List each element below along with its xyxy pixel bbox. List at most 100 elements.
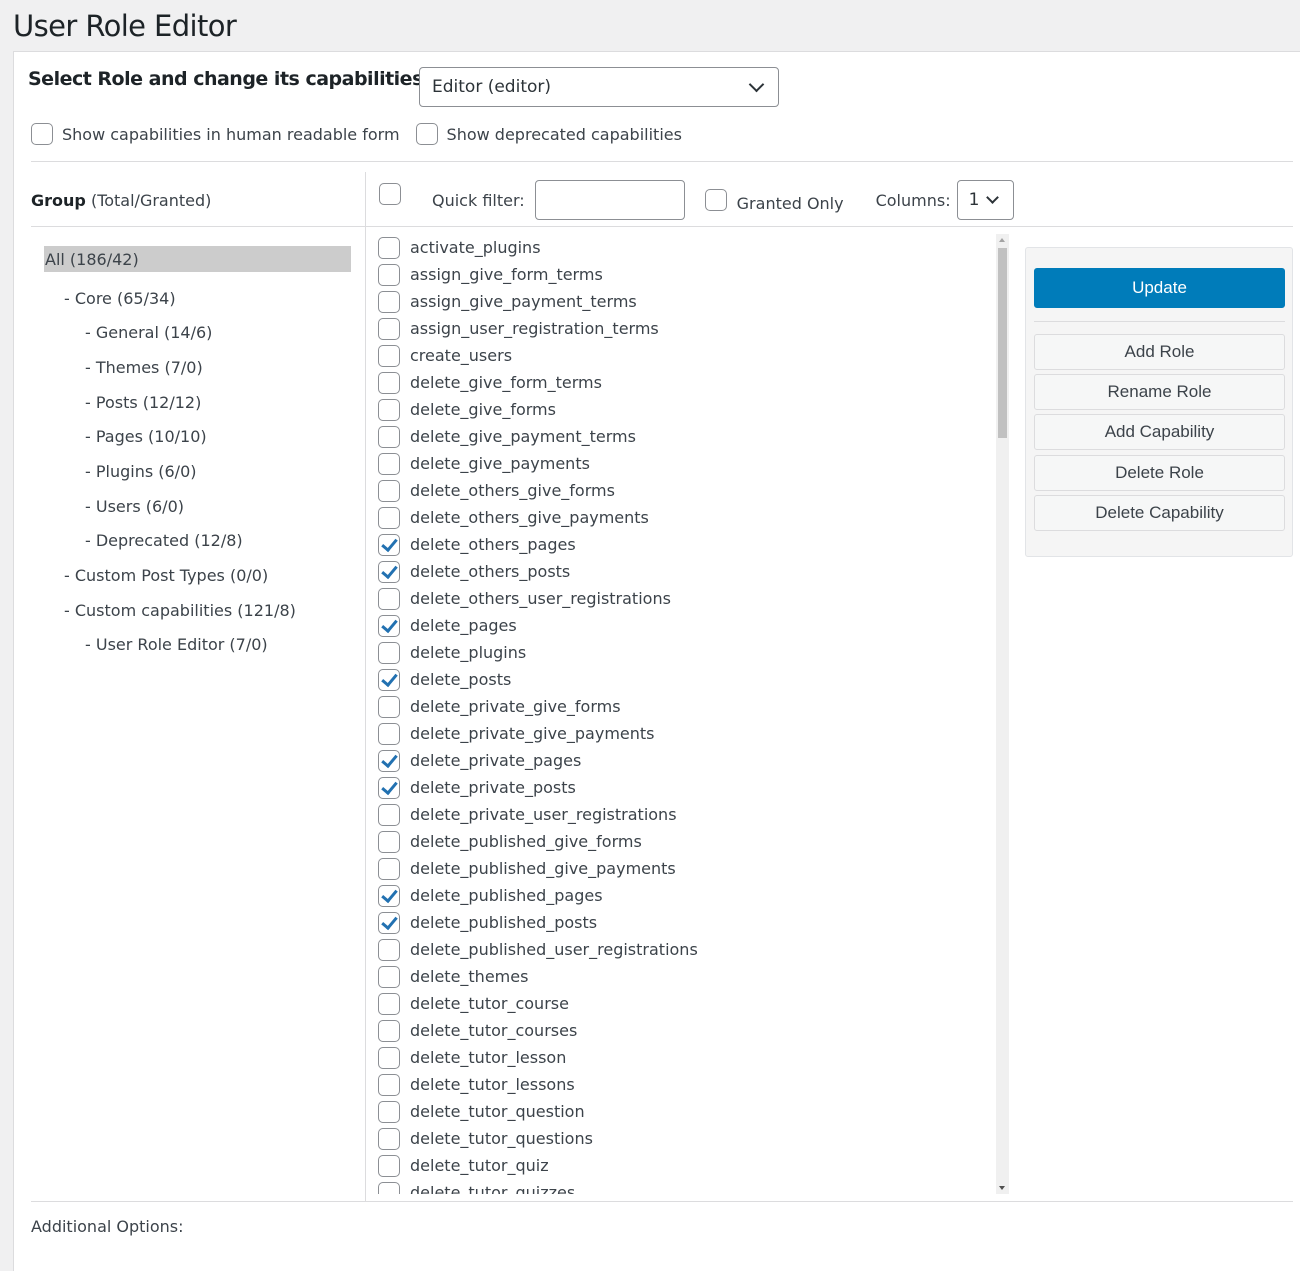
capability-row[interactable]: delete_private_give_payments — [378, 720, 1010, 747]
group-tree-item[interactable]: All (186/42) — [44, 246, 351, 272]
capability-row[interactable]: delete_give_payments — [378, 450, 1010, 477]
group-tree-item[interactable]: - Posts (12/12) — [44, 385, 351, 420]
capability-checkbox[interactable] — [378, 1127, 400, 1150]
group-tree-item[interactable]: - Custom capabilities (121/8) — [44, 593, 351, 628]
capability-checkbox[interactable] — [378, 992, 400, 1015]
capability-checkbox[interactable] — [378, 641, 400, 664]
rename-role-button[interactable]: Rename Role — [1034, 374, 1285, 410]
group-tree-item[interactable]: - Core (65/34) — [44, 281, 351, 316]
capability-checkbox[interactable] — [378, 263, 400, 286]
capability-checkbox[interactable] — [378, 1019, 400, 1042]
capability-row[interactable]: activate_plugins — [378, 234, 1010, 261]
capability-row[interactable]: delete_tutor_courses — [378, 1017, 1010, 1044]
columns-select[interactable]: 1 — [956, 180, 1014, 220]
capability-row[interactable]: delete_others_user_registrations — [378, 585, 1010, 612]
capability-checkbox[interactable] — [378, 776, 400, 799]
capability-checkbox[interactable] — [378, 614, 400, 637]
group-tree-item[interactable]: - Deprecated (12/8) — [44, 524, 351, 559]
add-role-button[interactable]: Add Role — [1034, 334, 1285, 370]
capability-checkbox[interactable] — [378, 452, 400, 475]
capability-checkbox[interactable] — [378, 587, 400, 610]
group-tree-item[interactable]: - Plugins (6/0) — [44, 454, 351, 489]
capability-row[interactable]: delete_others_pages — [378, 531, 1010, 558]
scrollbar-thumb[interactable] — [998, 248, 1007, 438]
role-select[interactable]: Editor (editor) — [419, 67, 779, 107]
group-tree-item[interactable]: - Users (6/0) — [44, 489, 351, 524]
capability-checkbox[interactable] — [378, 803, 400, 826]
capability-checkbox[interactable] — [378, 722, 400, 745]
delete-capability-button[interactable]: Delete Capability — [1034, 495, 1285, 531]
capability-checkbox[interactable] — [378, 695, 400, 718]
capability-row[interactable]: delete_published_user_registrations — [378, 936, 1010, 963]
capability-row[interactable]: delete_published_give_forms — [378, 828, 1010, 855]
group-tree-item[interactable]: - Pages (10/10) — [44, 419, 351, 454]
capability-row[interactable]: delete_others_posts — [378, 558, 1010, 585]
capability-row[interactable]: delete_tutor_course — [378, 990, 1010, 1017]
capability-row[interactable]: delete_tutor_question — [378, 1098, 1010, 1125]
capability-row[interactable]: delete_tutor_quiz — [378, 1152, 1010, 1179]
capability-row[interactable]: delete_private_posts — [378, 774, 1010, 801]
capability-checkbox[interactable] — [378, 479, 400, 502]
capability-row[interactable]: assign_give_form_terms — [378, 261, 1010, 288]
capability-checkbox[interactable] — [378, 938, 400, 961]
capability-row[interactable]: delete_themes — [378, 963, 1010, 990]
capability-row[interactable]: delete_published_pages — [378, 882, 1010, 909]
capability-row[interactable]: delete_tutor_questions — [378, 1125, 1010, 1152]
group-tree-item[interactable]: - Custom Post Types (0/0) — [44, 558, 351, 593]
group-tree-item[interactable]: - User Role Editor (7/0) — [44, 628, 351, 663]
quick-filter-input[interactable] — [534, 180, 685, 220]
deprecated-checkbox[interactable] — [415, 123, 438, 145]
capability-row[interactable]: delete_give_form_terms — [378, 369, 1010, 396]
scroll-up-arrow-icon[interactable] — [999, 238, 1005, 242]
capability-checkbox[interactable] — [378, 317, 400, 340]
capability-checkbox[interactable] — [378, 371, 400, 394]
capability-row[interactable]: delete_tutor_lessons — [378, 1071, 1010, 1098]
capability-checkbox[interactable] — [378, 533, 400, 556]
select-all-checkbox[interactable] — [379, 183, 401, 205]
capability-checkbox[interactable] — [378, 290, 400, 313]
capability-checkbox[interactable] — [378, 830, 400, 853]
capability-checkbox[interactable] — [378, 911, 400, 934]
capability-row[interactable]: delete_others_give_forms — [378, 477, 1010, 504]
capability-checkbox[interactable] — [378, 344, 400, 367]
group-tree-item[interactable]: - Themes (7/0) — [44, 350, 351, 385]
capability-checkbox[interactable] — [378, 884, 400, 907]
capability-row[interactable]: delete_give_payment_terms — [378, 423, 1010, 450]
option-deprecated[interactable]: Show deprecated capabilities — [415, 123, 682, 145]
capability-row[interactable]: delete_tutor_lesson — [378, 1044, 1010, 1071]
capability-checkbox[interactable] — [378, 965, 400, 988]
capability-checkbox[interactable] — [378, 1181, 400, 1194]
capability-checkbox[interactable] — [378, 749, 400, 772]
capabilities-scrollbar[interactable] — [996, 234, 1009, 1194]
capability-checkbox[interactable] — [378, 1073, 400, 1096]
capability-checkbox[interactable] — [378, 668, 400, 691]
capability-checkbox[interactable] — [378, 398, 400, 421]
update-button[interactable]: Update — [1034, 268, 1285, 308]
capability-row[interactable]: delete_plugins — [378, 639, 1010, 666]
add-capability-button[interactable]: Add Capability — [1034, 414, 1285, 450]
capability-checkbox[interactable] — [378, 1100, 400, 1123]
capability-checkbox[interactable] — [378, 560, 400, 583]
capability-row[interactable]: delete_posts — [378, 666, 1010, 693]
delete-role-button[interactable]: Delete Role — [1034, 455, 1285, 491]
capability-checkbox[interactable] — [378, 1154, 400, 1177]
capability-row[interactable]: assign_user_registration_terms — [378, 315, 1010, 342]
option-human-readable[interactable]: Show capabilities in human readable form — [31, 123, 400, 145]
capability-row[interactable]: delete_give_forms — [378, 396, 1010, 423]
scroll-down-arrow-icon[interactable] — [999, 1186, 1005, 1190]
granted-only-checkbox[interactable] — [704, 189, 727, 211]
capability-row[interactable]: delete_tutor_quizzes — [378, 1179, 1010, 1194]
capability-row[interactable]: delete_private_give_forms — [378, 693, 1010, 720]
capability-row[interactable]: delete_published_give_payments — [378, 855, 1010, 882]
capability-row[interactable]: delete_private_pages — [378, 747, 1010, 774]
capability-checkbox[interactable] — [378, 425, 400, 448]
capability-row[interactable]: delete_others_give_payments — [378, 504, 1010, 531]
capability-row[interactable]: delete_published_posts — [378, 909, 1010, 936]
group-tree-item[interactable]: - General (14/6) — [44, 315, 351, 350]
capability-row[interactable]: assign_give_payment_terms — [378, 288, 1010, 315]
capability-checkbox[interactable] — [378, 857, 400, 880]
capability-row[interactable]: delete_private_user_registrations — [378, 801, 1010, 828]
capability-checkbox[interactable] — [378, 1046, 400, 1069]
human-readable-checkbox[interactable] — [31, 123, 53, 145]
capability-checkbox[interactable] — [378, 506, 400, 529]
